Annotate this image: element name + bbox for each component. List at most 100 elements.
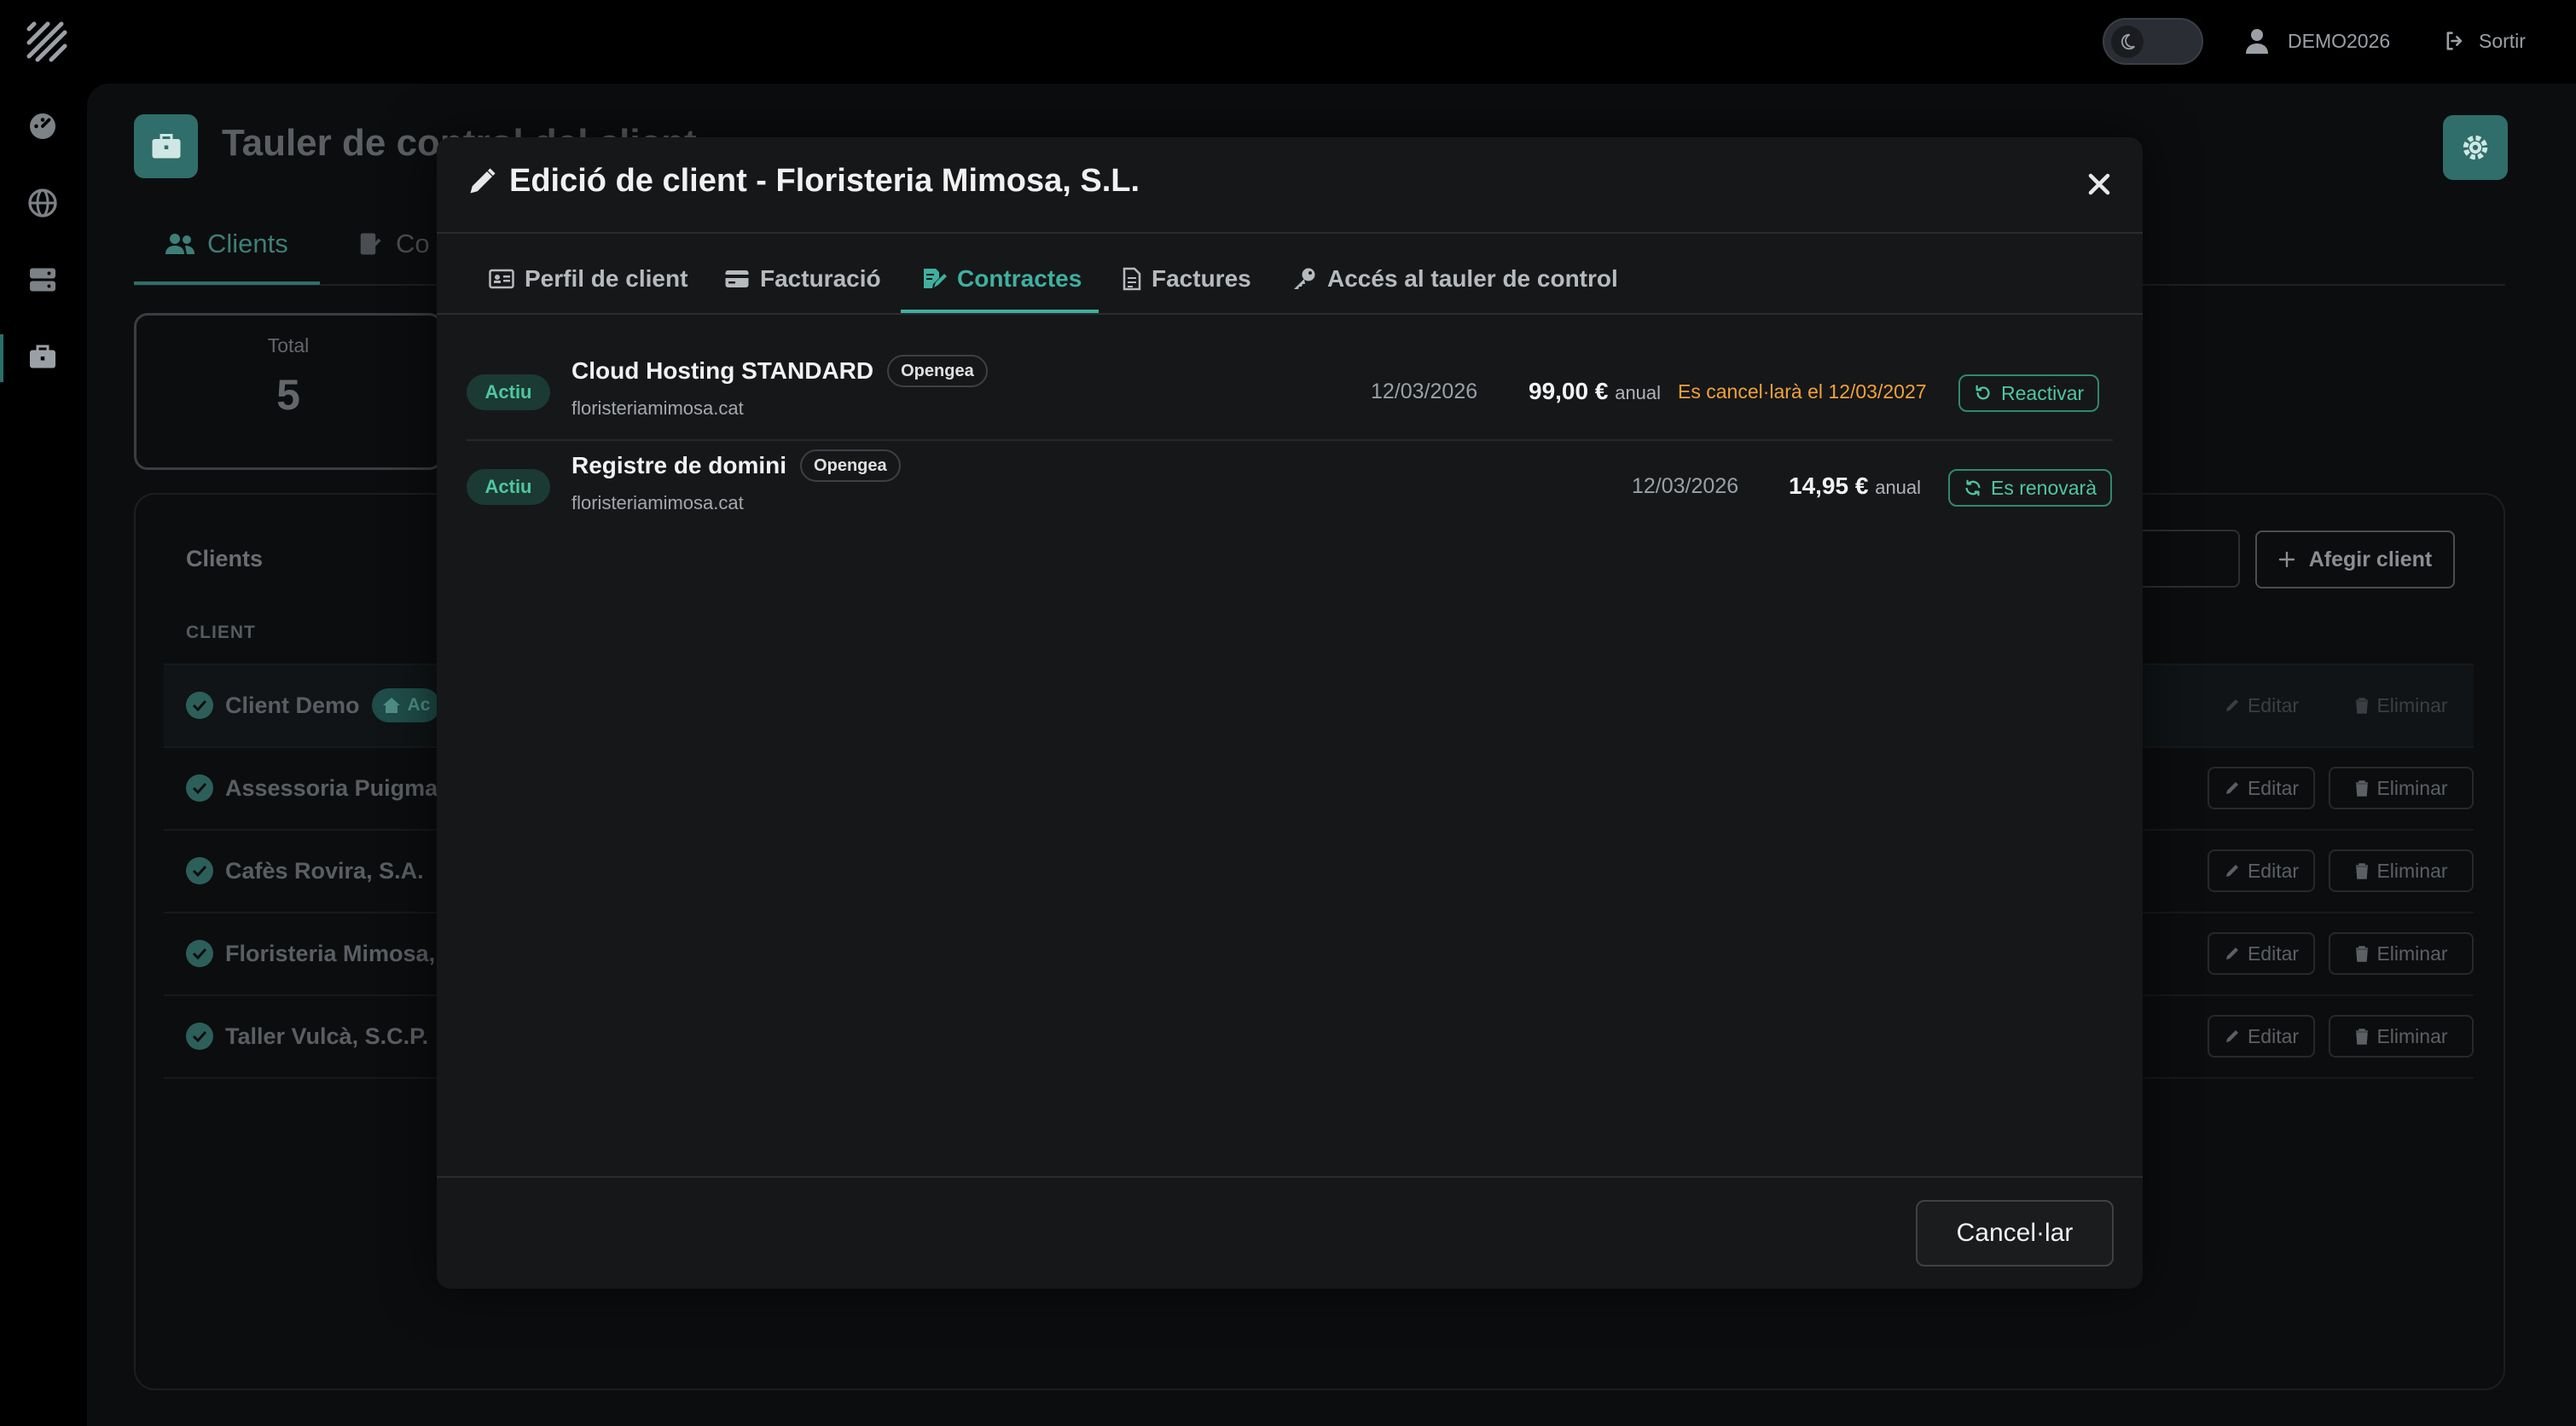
check-icon bbox=[186, 774, 213, 802]
check-icon bbox=[186, 1023, 213, 1050]
user-menu[interactable]: DEMO2026 bbox=[2245, 26, 2390, 56]
contract-date: 12/03/2026 bbox=[1632, 474, 1739, 498]
contract-icon bbox=[357, 231, 384, 257]
credit-card-icon bbox=[724, 269, 750, 289]
contract-name: Cloud Hosting STANDARD bbox=[571, 357, 874, 384]
check-icon bbox=[186, 940, 213, 967]
tab-invoices[interactable]: Factures bbox=[1123, 264, 1251, 294]
delete-button[interactable]: Eliminar bbox=[2329, 767, 2474, 809]
modal-title-text: Edició de client - Floristeria Mimosa, S… bbox=[509, 163, 1140, 199]
contract-price: 14,95 € anual bbox=[1789, 472, 1921, 500]
stat-label: Total bbox=[267, 334, 310, 356]
tab-dashboard-access[interactable]: Accés al tauler de control bbox=[1291, 264, 1618, 294]
cancel-button[interactable]: Cancel·lar bbox=[1916, 1200, 2114, 1267]
price-amount: 14,95 € bbox=[1789, 472, 1869, 499]
plus-icon bbox=[2278, 551, 2295, 568]
tab-clients[interactable]: Clients bbox=[165, 229, 288, 259]
table-row[interactable]: Cafès Rovira, S.A. AC bbox=[186, 854, 469, 888]
client-name: Cafès Rovira, S.A. bbox=[225, 857, 424, 884]
sidebar-globe-icon[interactable] bbox=[27, 188, 61, 222]
user-icon bbox=[2245, 28, 2269, 54]
undo-icon bbox=[1974, 384, 1993, 403]
app-logo[interactable] bbox=[26, 20, 68, 63]
cancellation-notice: Es cancel·larà el 12/03/2027 bbox=[1678, 380, 1927, 403]
table-row[interactable]: Assessoria Puigmal, bbox=[186, 771, 450, 805]
delete-button[interactable]: Eliminar bbox=[2329, 932, 2474, 975]
admin-chip-label: Ac bbox=[407, 695, 431, 715]
edit-button[interactable]: Editar bbox=[2208, 1015, 2315, 1058]
edit-client-modal: Edició de client - Floristeria Mimosa, S… bbox=[437, 137, 2143, 1289]
client-name: Taller Vulcà, S.C.P. bbox=[225, 1023, 429, 1049]
contract-row: Actiu Registre de domini Opengea florist… bbox=[467, 449, 2113, 518]
tab-billing[interactable]: Facturació bbox=[724, 264, 881, 294]
briefcase-icon bbox=[134, 114, 198, 178]
logout-icon bbox=[2443, 29, 2467, 53]
refresh-icon bbox=[1964, 478, 1982, 497]
contract-domain: floristeriamimosa.cat bbox=[571, 397, 744, 419]
tab-contracts-label: Co bbox=[396, 229, 430, 258]
client-name: Assessoria Puigmal, bbox=[225, 774, 451, 801]
contract-price: 99,00 € anual bbox=[1529, 378, 1661, 405]
stat-value: 5 bbox=[276, 371, 300, 419]
logout-button[interactable]: Sortir bbox=[2443, 26, 2526, 56]
sidebar-dashboard-icon[interactable] bbox=[27, 111, 61, 145]
table-row[interactable]: Client Demo Ac bbox=[186, 688, 441, 722]
edit-label: Editar bbox=[2247, 693, 2300, 716]
edit-button[interactable]: Editar bbox=[2208, 767, 2315, 809]
close-icon[interactable] bbox=[2086, 171, 2112, 197]
users-icon bbox=[165, 232, 195, 256]
table-row[interactable]: Taller Vulcà, S.C.P. J bbox=[186, 1019, 453, 1053]
renewal-status-button[interactable]: Es renovarà bbox=[1948, 469, 2113, 507]
price-period: anual bbox=[1615, 382, 1662, 403]
sidebar-briefcase-icon[interactable] bbox=[27, 341, 61, 375]
edit-button[interactable]: Editar bbox=[2208, 932, 2315, 975]
tab-label: Contractes bbox=[957, 265, 1082, 292]
edit-button[interactable]: Editar bbox=[2208, 849, 2315, 892]
provider-badge: Opengea bbox=[887, 355, 988, 387]
user-name: DEMO2026 bbox=[2288, 29, 2391, 52]
delete-button[interactable]: Eliminar bbox=[2329, 849, 2474, 892]
trash-icon bbox=[2354, 945, 2370, 962]
id-card-icon bbox=[489, 269, 514, 289]
pencil-icon bbox=[2224, 862, 2241, 879]
contract-domain: floristeriamimosa.cat bbox=[571, 492, 744, 513]
tab-active-underline bbox=[901, 310, 1099, 313]
contract-name-line: Registre de domini Opengea bbox=[571, 449, 901, 482]
modal-footer-divider bbox=[437, 1176, 2143, 1178]
delete-button[interactable]: Eliminar bbox=[2329, 684, 2474, 727]
stat-card-total: Total 5 bbox=[134, 313, 443, 470]
price-period: anual bbox=[1875, 477, 1922, 498]
settings-button[interactable] bbox=[2443, 115, 2508, 180]
tab-client-profile[interactable]: Perfil de client bbox=[489, 264, 688, 294]
reactivate-button[interactable]: Reactivar bbox=[1958, 374, 2100, 412]
check-icon bbox=[186, 857, 213, 884]
status-badge: Actiu bbox=[467, 374, 550, 410]
key-icon bbox=[1291, 267, 1317, 291]
tab-label: Perfil de client bbox=[525, 265, 688, 292]
add-client-button[interactable]: Afegir client bbox=[2255, 530, 2455, 588]
edit-button[interactable]: Editar bbox=[2208, 684, 2315, 727]
trash-icon bbox=[2354, 1028, 2370, 1045]
modal-tabs-divider bbox=[437, 313, 2143, 315]
admin-chip: Ac bbox=[371, 688, 441, 722]
column-header-client: CLIENT bbox=[186, 623, 256, 642]
trash-icon bbox=[2354, 780, 2370, 797]
tab-label: Facturació bbox=[760, 265, 881, 292]
sidebar-server-icon[interactable] bbox=[27, 264, 61, 299]
price-amount: 99,00 € bbox=[1529, 378, 1609, 404]
tab-label: Accés al tauler de control bbox=[1327, 265, 1618, 292]
contract-divider bbox=[467, 439, 2113, 441]
add-client-label: Afegir client bbox=[2308, 547, 2433, 571]
pencil-icon bbox=[2224, 780, 2241, 797]
check-icon bbox=[186, 692, 213, 719]
tab-contracts[interactable]: Contractes bbox=[921, 264, 1082, 294]
table-row[interactable]: Floristeria Mimosa, S bbox=[186, 936, 457, 971]
theme-toggle[interactable] bbox=[2103, 18, 2203, 65]
gear-icon bbox=[2461, 133, 2490, 162]
trash-icon bbox=[2354, 862, 2370, 879]
modal-title: Edició de client - Floristeria Mimosa, S… bbox=[467, 163, 1140, 200]
pencil-icon bbox=[2224, 1028, 2241, 1045]
delete-button[interactable]: Eliminar bbox=[2329, 1015, 2474, 1058]
tab-contracts-bg[interactable]: Co bbox=[357, 229, 430, 259]
delete-label: Eliminar bbox=[2376, 1024, 2448, 1047]
